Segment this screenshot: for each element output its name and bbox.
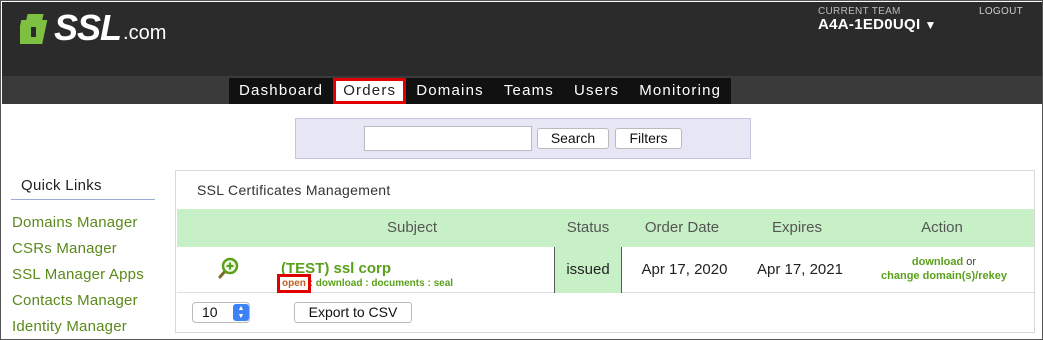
quick-link-domains-manager[interactable]: Domains Manager [12,214,144,240]
search-panel: Search Filters [295,118,751,159]
column-order-date: Order Date [644,219,720,236]
order-date-cell: Apr 17, 2020 [641,261,728,278]
column-expires: Expires [771,219,823,236]
ssl-logo[interactable]: SSL .com [20,10,166,46]
quick-links-divider [11,199,155,200]
nav-dashboard[interactable]: Dashboard [229,78,333,104]
table-header: Subject Status Order Date Expires Action [177,209,1034,247]
current-team-value: A4A-1ED0UQI [818,16,921,33]
per-page-value: 10 [202,304,218,320]
page-frame: SSL .com CURRENT TEAM A4A-1ED0UQI ▼ LOGOU… [0,0,1043,340]
quick-links-title: Quick Links [21,177,102,194]
change-domain-rekey-link[interactable]: change domain(s)/rekey [881,270,1007,282]
documents-link[interactable]: documents [371,278,424,289]
quick-link-ssl-manager-apps[interactable]: SSL Manager Apps [12,266,144,292]
padlock-logo-icon [20,14,48,44]
expires-cell: Apr 17, 2021 [757,261,843,278]
panel-title: SSL Certificates Management [197,182,391,198]
export-csv-button[interactable]: Export to CSV [294,302,412,323]
nav-domains[interactable]: Domains [406,78,494,104]
open-link[interactable]: open [277,274,311,293]
nav-users[interactable]: Users [564,78,629,104]
column-status: Status [566,219,610,236]
quick-link-identity-manager[interactable]: Identity Manager [12,318,144,339]
nav-monitoring[interactable]: Monitoring [629,78,731,104]
search-button[interactable]: Search [537,128,609,149]
action-cell: download or change domain(s)/rekey [859,255,1029,283]
download-link[interactable]: download [316,278,363,289]
zoom-in-icon[interactable] [217,256,241,285]
quick-links-list: Domains Manager CSRs Manager SSL Manager… [12,214,144,339]
logo-suffix: .com [123,22,167,44]
logo-text: SSL [54,7,122,48]
table-row: (TEST) ssl corp open : download : docume… [177,247,1034,293]
action-or-text: or [966,256,977,268]
search-input[interactable] [364,126,532,151]
main-nav: Dashboard Orders Domains Teams Users Mon… [229,78,732,104]
top-header: SSL .com CURRENT TEAM A4A-1ED0UQI ▼ LOGOU… [2,2,1042,76]
quick-link-csrs-manager[interactable]: CSRs Manager [12,240,144,266]
nav-teams[interactable]: Teams [494,78,564,104]
column-action: Action [921,219,963,236]
stepper-arrows-icon: ▲ ▼ [233,304,249,321]
certificate-links: open : download : documents : seal [277,274,453,293]
nav-orders[interactable]: Orders [333,78,407,104]
column-subject: Subject [386,219,438,236]
status-cell: issued [554,247,622,293]
logout-link[interactable]: LOGOUT [979,6,1023,17]
certificate-subject-link[interactable]: (TEST) ssl corp [281,260,391,277]
caret-down-icon: ▼ [924,18,937,32]
seal-link[interactable]: seal [434,278,453,289]
current-team-selector[interactable]: A4A-1ED0UQI ▼ [818,16,937,33]
action-download-link[interactable]: download [912,256,963,268]
filters-button[interactable]: Filters [615,128,682,149]
quick-link-contacts-manager[interactable]: Contacts Manager [12,292,144,318]
per-page-select[interactable]: 10 ▲ ▼ [192,302,250,323]
certificates-panel: SSL Certificates Management Subject Stat… [175,170,1035,333]
